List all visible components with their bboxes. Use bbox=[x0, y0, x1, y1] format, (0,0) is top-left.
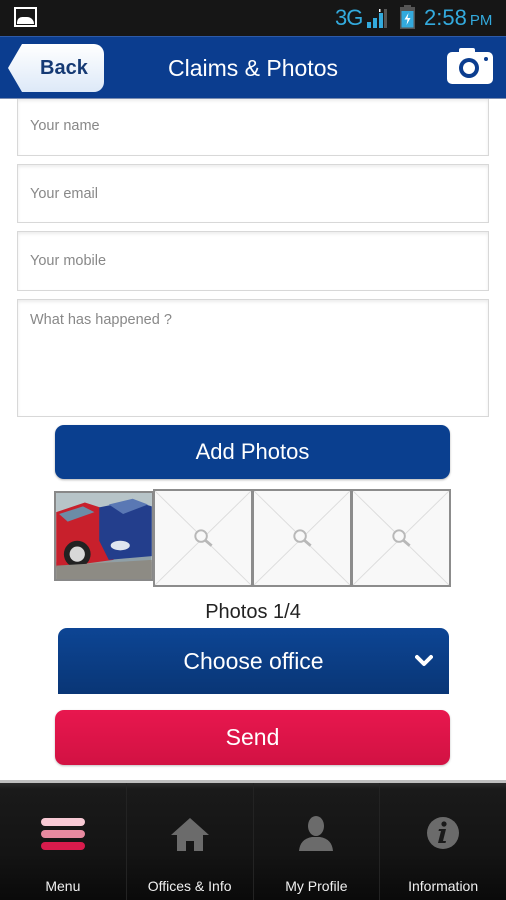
back-button-label: Back bbox=[40, 57, 88, 79]
send-button[interactable]: Send bbox=[55, 710, 450, 765]
profile-icon bbox=[299, 816, 334, 851]
menu-icon bbox=[40, 818, 85, 850]
what-happened-placeholder: What has happened ? bbox=[30, 312, 172, 328]
network-type: 3G bbox=[335, 5, 363, 30]
nav-item-offices[interactable]: Offices & Info bbox=[127, 783, 254, 900]
home-icon bbox=[170, 818, 209, 851]
battery-charging-icon bbox=[400, 5, 415, 29]
nav-label-offices: Offices & Info bbox=[147, 878, 232, 894]
info-icon bbox=[427, 817, 460, 849]
chevron-down-icon bbox=[415, 655, 433, 666]
name-placeholder: Your name bbox=[30, 118, 100, 134]
nav-label-information: Information bbox=[408, 878, 479, 894]
nav-item-menu[interactable]: Menu bbox=[0, 783, 127, 900]
magnifier-icon bbox=[254, 491, 350, 585]
photos-count-label: Photos 1/4 bbox=[205, 601, 301, 623]
clock-ampm: PM bbox=[469, 12, 493, 29]
email-placeholder: Your email bbox=[30, 186, 98, 202]
nav-label-menu: Menu bbox=[45, 878, 81, 894]
back-button[interactable]: Back bbox=[8, 44, 104, 92]
email-field[interactable]: Your email bbox=[17, 164, 489, 223]
what-happened-textarea[interactable]: What has happened ? bbox=[17, 299, 489, 417]
mobile-placeholder: Your mobile bbox=[30, 253, 107, 269]
bottom-nav: Menu Offices & Info My Profile Informati… bbox=[0, 780, 506, 900]
nav-item-profile[interactable]: My Profile bbox=[254, 783, 381, 900]
office-select-label: Choose office bbox=[183, 648, 324, 674]
nav-label-profile: My Profile bbox=[285, 878, 348, 894]
name-field[interactable]: Your name bbox=[17, 99, 489, 156]
car-accident-photo bbox=[56, 493, 152, 579]
photo-placeholder-3[interactable] bbox=[252, 489, 352, 587]
status-bar: 3G 2:58 PM bbox=[0, 0, 506, 36]
clock: 2:58 PM bbox=[424, 5, 492, 31]
photo-placeholder-2[interactable] bbox=[153, 489, 253, 587]
office-select[interactable]: Choose office bbox=[58, 628, 449, 694]
app-header: Back Claims & Photos bbox=[0, 36, 506, 99]
magnifier-icon bbox=[353, 491, 449, 585]
photo-placeholder-4[interactable] bbox=[351, 489, 451, 587]
magnifier-icon bbox=[155, 491, 251, 585]
camera-icon[interactable] bbox=[446, 47, 494, 85]
signal-icon bbox=[367, 9, 387, 28]
photo-thumbnail-1[interactable] bbox=[54, 491, 154, 581]
clock-time: 2:58 bbox=[424, 5, 467, 30]
photo-thumbnails bbox=[54, 489, 454, 589]
gallery-notification-icon bbox=[14, 7, 37, 27]
nav-item-information[interactable]: Information bbox=[380, 783, 506, 900]
add-photos-button[interactable]: Add Photos bbox=[55, 425, 450, 479]
mobile-field[interactable]: Your mobile bbox=[17, 231, 489, 291]
